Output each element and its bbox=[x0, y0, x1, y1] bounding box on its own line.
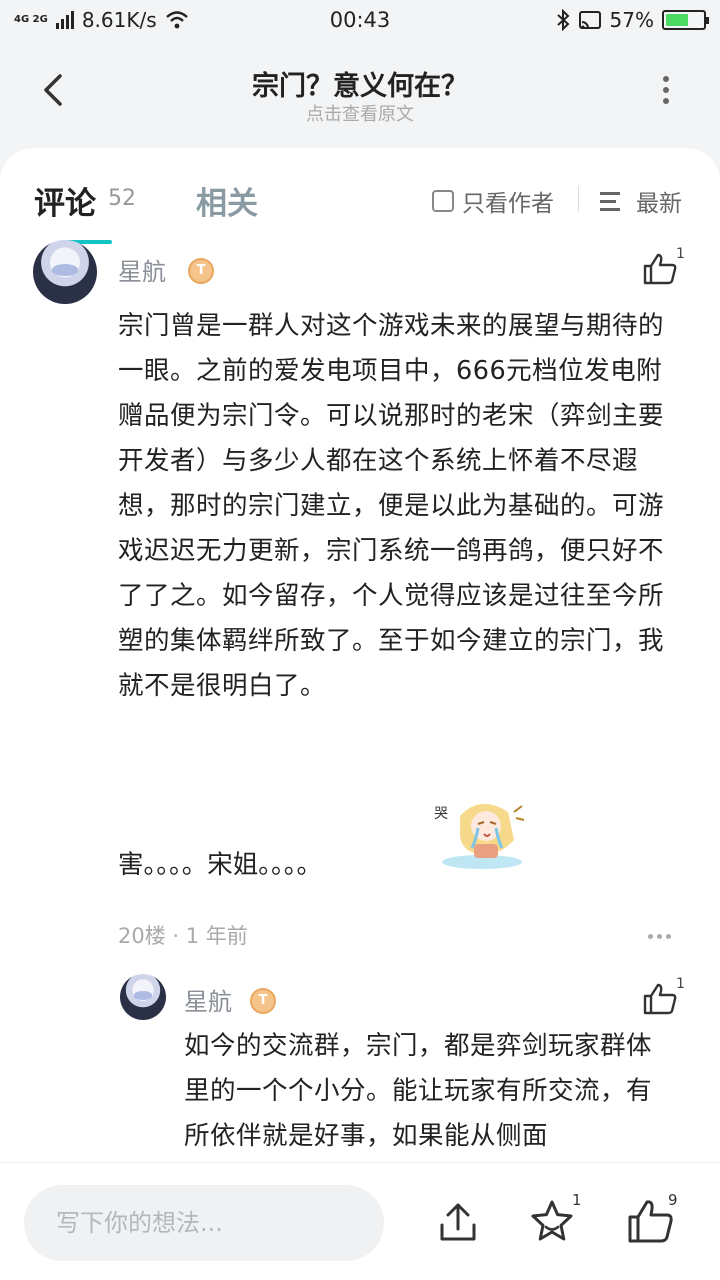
comment-body: 宗门曾是一群人对这个游戏未来的展望与期待的一眼。之前的爱发电项目中，666元档位… bbox=[118, 311, 665, 701]
star-icon[interactable] bbox=[528, 1197, 576, 1245]
sort-label: 最新 bbox=[636, 191, 682, 217]
comment-author[interactable]: 星航 bbox=[118, 252, 166, 287]
divider bbox=[578, 186, 579, 212]
reply-author[interactable]: 星航 bbox=[184, 982, 232, 1017]
reply-thumbs-up-icon[interactable] bbox=[642, 982, 678, 1016]
reply-like-count: 1 bbox=[676, 976, 685, 992]
only-author-toggle[interactable]: 只看作者 bbox=[432, 184, 554, 218]
status-time: 00:43 bbox=[329, 8, 391, 32]
sort-icon bbox=[600, 190, 626, 212]
avatar[interactable] bbox=[33, 240, 97, 304]
view-original-link[interactable]: 点击查看原文 bbox=[0, 100, 720, 126]
share-icon[interactable] bbox=[434, 1199, 482, 1247]
comment-count: 52 bbox=[108, 186, 136, 211]
tab-related[interactable]: 相关 bbox=[196, 178, 258, 223]
level-badge: T bbox=[188, 258, 214, 284]
page-title[interactable]: 宗门？意义何在？ bbox=[0, 64, 720, 103]
like-count: 1 bbox=[676, 246, 685, 262]
bottom-thumbs-up-icon[interactable] bbox=[626, 1197, 674, 1245]
reply-body: 如今的交流群，宗门，都是弈剑玩家群体里的一个个小分。能让玩家有所交流，有所依伴就… bbox=[184, 1031, 653, 1151]
checkbox-icon[interactable] bbox=[432, 190, 454, 212]
bottom-like-count: 9 bbox=[668, 1191, 678, 1209]
bottom-bar: 写下你的想法... 1 9 bbox=[0, 1162, 720, 1280]
only-author-label: 只看作者 bbox=[462, 191, 554, 217]
more-vertical-icon[interactable] bbox=[656, 76, 676, 112]
content-card: 评论 52 相关 只看作者 最新 星航 T 1 宗门曾是一群人对这个游戏未来的展… bbox=[0, 148, 720, 1280]
tab-bar: 评论 52 相关 只看作者 最新 bbox=[0, 176, 720, 244]
reply-avatar[interactable] bbox=[120, 974, 166, 1020]
thumbs-up-icon[interactable] bbox=[642, 252, 678, 286]
comment-meta: 20楼 · 1 年前 bbox=[118, 924, 248, 948]
comment-tail: 害。。。。宋姐。。。。 bbox=[118, 850, 323, 880]
battery-icon bbox=[662, 10, 709, 30]
sort-button[interactable]: 最新 bbox=[600, 184, 682, 218]
status-bar: 4G 2G 8.61K/s 00:43 57% bbox=[0, 0, 720, 40]
crying-sticker-image: 哭 bbox=[434, 803, 525, 869]
more-horizontal-icon[interactable] bbox=[648, 934, 671, 939]
reply-level-badge: T bbox=[250, 988, 276, 1014]
favorite-count: 1 bbox=[572, 1191, 582, 1209]
tab-comments[interactable]: 评论 bbox=[34, 178, 96, 223]
svg-text:哭: 哭 bbox=[434, 806, 448, 822]
page-header: 宗门？意义何在？ 点击查看原文 bbox=[0, 40, 720, 150]
comment-input[interactable]: 写下你的想法... bbox=[24, 1185, 384, 1261]
